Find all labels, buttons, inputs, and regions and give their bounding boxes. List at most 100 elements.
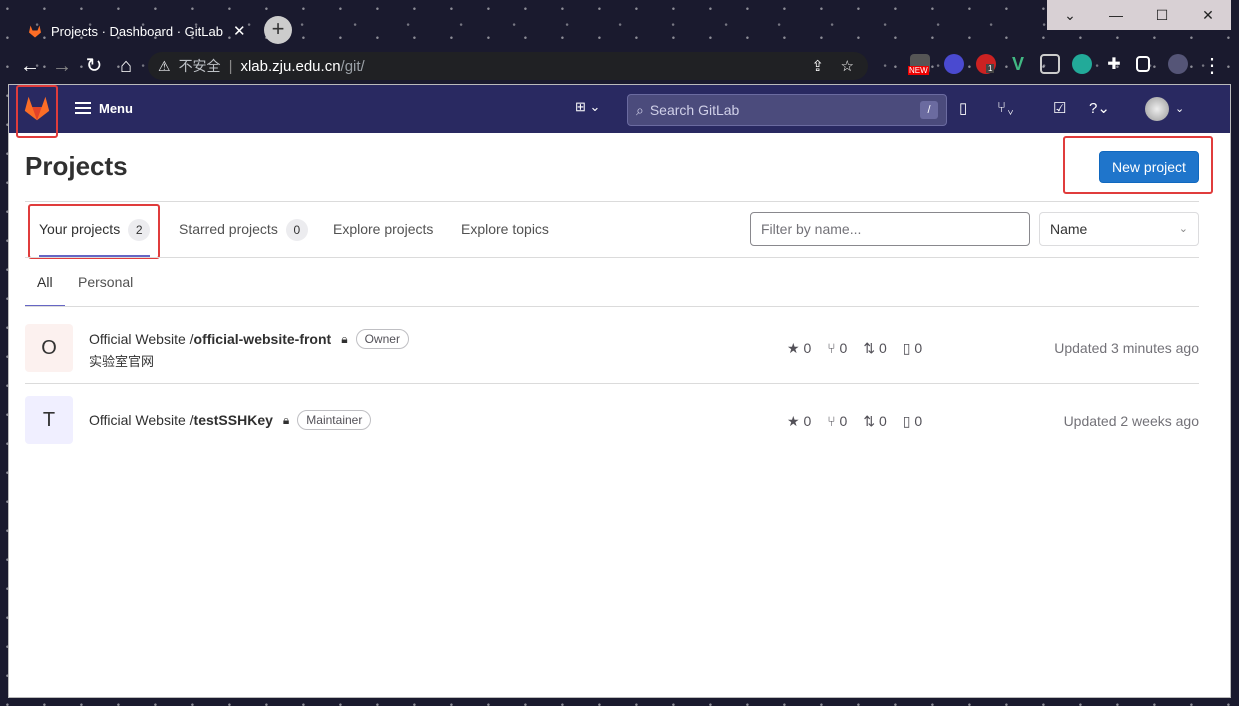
reload-icon[interactable]: ↻	[82, 52, 106, 80]
tab-search-icon[interactable]: ⌄	[1047, 0, 1093, 30]
merge-requests-count: 0	[878, 413, 887, 429]
project-stats: ★ 0 ⑂ 0 ⇅ 0 ▯ 0	[787, 413, 922, 430]
merge-request-icon: ⇅	[863, 340, 879, 356]
close-window-button[interactable]: ✕	[1185, 0, 1231, 30]
extension-new-badge: NEW	[908, 66, 929, 75]
project-avatar[interactable]: O	[25, 324, 73, 372]
window-controls: ⌄ — ☐ ✕	[1047, 0, 1231, 30]
tab-label: Starred projects	[179, 221, 278, 237]
issues-stat[interactable]: ▯ 0	[903, 340, 922, 357]
project-row[interactable]: T Official Website / testSSHKey 🔒︎ Maint…	[25, 384, 1199, 462]
subtab-all[interactable]: All	[25, 257, 64, 307]
extension-gear-icon[interactable]	[944, 54, 964, 74]
project-namespace[interactable]: Official Website /	[89, 412, 194, 428]
browser-menu-icon[interactable]: ⋮	[1200, 52, 1224, 80]
url-path: /git/	[340, 57, 365, 75]
forks-count: 0	[839, 413, 848, 429]
tab-starred-projects[interactable]: Starred projects 0	[179, 201, 308, 257]
updated-time: Updated 3 minutes ago	[1054, 340, 1199, 356]
hamburger-icon	[75, 99, 91, 117]
logo-highlight	[16, 85, 58, 138]
search-placeholder: Search GitLab	[649, 102, 740, 118]
gitlab-favicon-icon	[29, 25, 41, 38]
issues-count: 0	[914, 340, 923, 356]
issue-icon: ▯	[902, 340, 915, 356]
stars-stat[interactable]: ★ 0	[787, 413, 811, 430]
browser-tab[interactable]: Projects · Dashboard · GitLab ✕	[17, 14, 257, 48]
avatar-chevron-icon[interactable]: ⌄	[1175, 102, 1184, 115]
chevron-down-icon: ⌄	[1178, 223, 1188, 235]
search-input[interactable]: ⌕ Search GitLab /	[627, 94, 947, 126]
url-bar[interactable]: ⚠ 不安全 | xlab.zju.edu.cn /git/ ⇪ ☆	[148, 52, 868, 80]
browser-chrome: Projects · Dashboard · GitLab ✕ + ⌄ — ☐ …	[0, 0, 1239, 84]
search-icon: ⌕	[636, 101, 644, 118]
back-icon[interactable]: ←	[18, 52, 42, 80]
project-name[interactable]: testSSHKey	[194, 412, 273, 428]
tab-close-icon[interactable]: ✕	[233, 22, 246, 40]
extension-new-icon[interactable]: NEW	[908, 54, 930, 75]
tab-label: Explore projects	[333, 221, 434, 237]
page-title: Projects	[25, 151, 128, 181]
issues-count: 0	[914, 413, 923, 429]
project-name[interactable]: official-website-front	[194, 331, 332, 347]
merge-requests-icon[interactable]: ⑂⌄	[997, 99, 1015, 116]
menu-label: Menu	[99, 100, 133, 116]
issues-icon[interactable]: ▯	[959, 99, 967, 117]
project-avatar[interactable]: T	[25, 396, 73, 444]
lock-icon: 🔒︎	[341, 331, 348, 346]
create-new-icon[interactable]: ⊞ ⌄	[575, 99, 600, 115]
todos-icon[interactable]: ☑	[1053, 99, 1066, 117]
vue-devtools-icon[interactable]: V	[1008, 54, 1028, 74]
forks-count: 0	[839, 340, 848, 356]
project-name-line: Official Website / official-website-fron…	[89, 329, 409, 349]
stars-stat[interactable]: ★ 0	[787, 340, 811, 357]
forks-stat[interactable]: ⑂ 0	[827, 340, 847, 357]
menu-button[interactable]: Menu	[75, 99, 133, 117]
adblock-icon[interactable]: 1	[976, 54, 996, 74]
stars-count: 0	[803, 413, 812, 429]
home-icon[interactable]: ⌂	[114, 52, 138, 80]
forks-stat[interactable]: ⑂ 0	[827, 413, 847, 430]
star-icon: ★	[787, 413, 804, 429]
new-tab-button[interactable]: +	[264, 16, 292, 44]
bookmark-star-icon[interactable]: ☆	[841, 57, 854, 75]
merge-requests-stat[interactable]: ⇅ 0	[863, 340, 886, 357]
star-icon: ★	[787, 340, 804, 356]
gitlab-page: Menu ⊞ ⌄ ⌕ Search GitLab / ▯ ⑂⌄ ☑ ?⌄ ⌄ P…	[8, 84, 1231, 698]
share-icon[interactable]: ⇪	[811, 57, 824, 75]
project-namespace[interactable]: Official Website /	[89, 331, 194, 347]
merge-requests-stat[interactable]: ⇅ 0	[863, 413, 886, 430]
merge-requests-count: 0	[878, 340, 887, 356]
role-badge: Maintainer	[297, 410, 372, 430]
fork-icon: ⑂	[827, 340, 840, 356]
maximize-button[interactable]: ☐	[1139, 0, 1185, 30]
project-name-line: Official Website / testSSHKey 🔒︎ Maintai…	[89, 410, 372, 430]
project-description: 实验室官网	[89, 354, 155, 369]
issues-stat[interactable]: ▯ 0	[903, 413, 922, 430]
extension-green-icon[interactable]	[1072, 54, 1092, 74]
help-icon[interactable]: ?⌄	[1089, 99, 1110, 117]
extension-box-icon[interactable]	[1040, 54, 1060, 74]
forward-icon[interactable]: →	[50, 52, 74, 80]
project-row[interactable]: O Official Website / official-website-fr…	[25, 307, 1199, 385]
minimize-button[interactable]: —	[1093, 0, 1139, 30]
tab-explore-projects[interactable]: Explore projects	[333, 201, 433, 257]
divider	[25, 257, 1199, 258]
tab-explore-topics[interactable]: Explore topics	[461, 201, 549, 257]
extensions-puzzle-icon[interactable]: ✚	[1104, 54, 1124, 74]
lock-icon: 🔒︎	[282, 412, 290, 427]
sidebar-icon[interactable]	[1136, 56, 1150, 72]
tab-label: Explore topics	[461, 221, 549, 237]
address-row: ← → ↻ ⌂ ⚠ 不安全 | xlab.zju.edu.cn /git/ ⇪ …	[0, 52, 1239, 80]
user-avatar[interactable]	[1145, 97, 1169, 121]
merge-request-icon: ⇅	[863, 413, 879, 429]
your-projects-highlight	[28, 204, 160, 259]
url-separator: |	[228, 57, 233, 75]
not-secure-label: 不安全	[178, 58, 221, 74]
sort-dropdown[interactable]: Name ⌄	[1039, 212, 1199, 246]
url-host: xlab.zju.edu.cn	[240, 57, 341, 75]
gitlab-topbar: Menu ⊞ ⌄ ⌕ Search GitLab / ▯ ⑂⌄ ☑ ?⌄ ⌄	[9, 85, 1230, 133]
subtab-personal[interactable]: Personal	[78, 257, 133, 307]
profile-avatar-icon[interactable]	[1168, 54, 1188, 74]
filter-input[interactable]: Filter by name...	[750, 212, 1030, 246]
